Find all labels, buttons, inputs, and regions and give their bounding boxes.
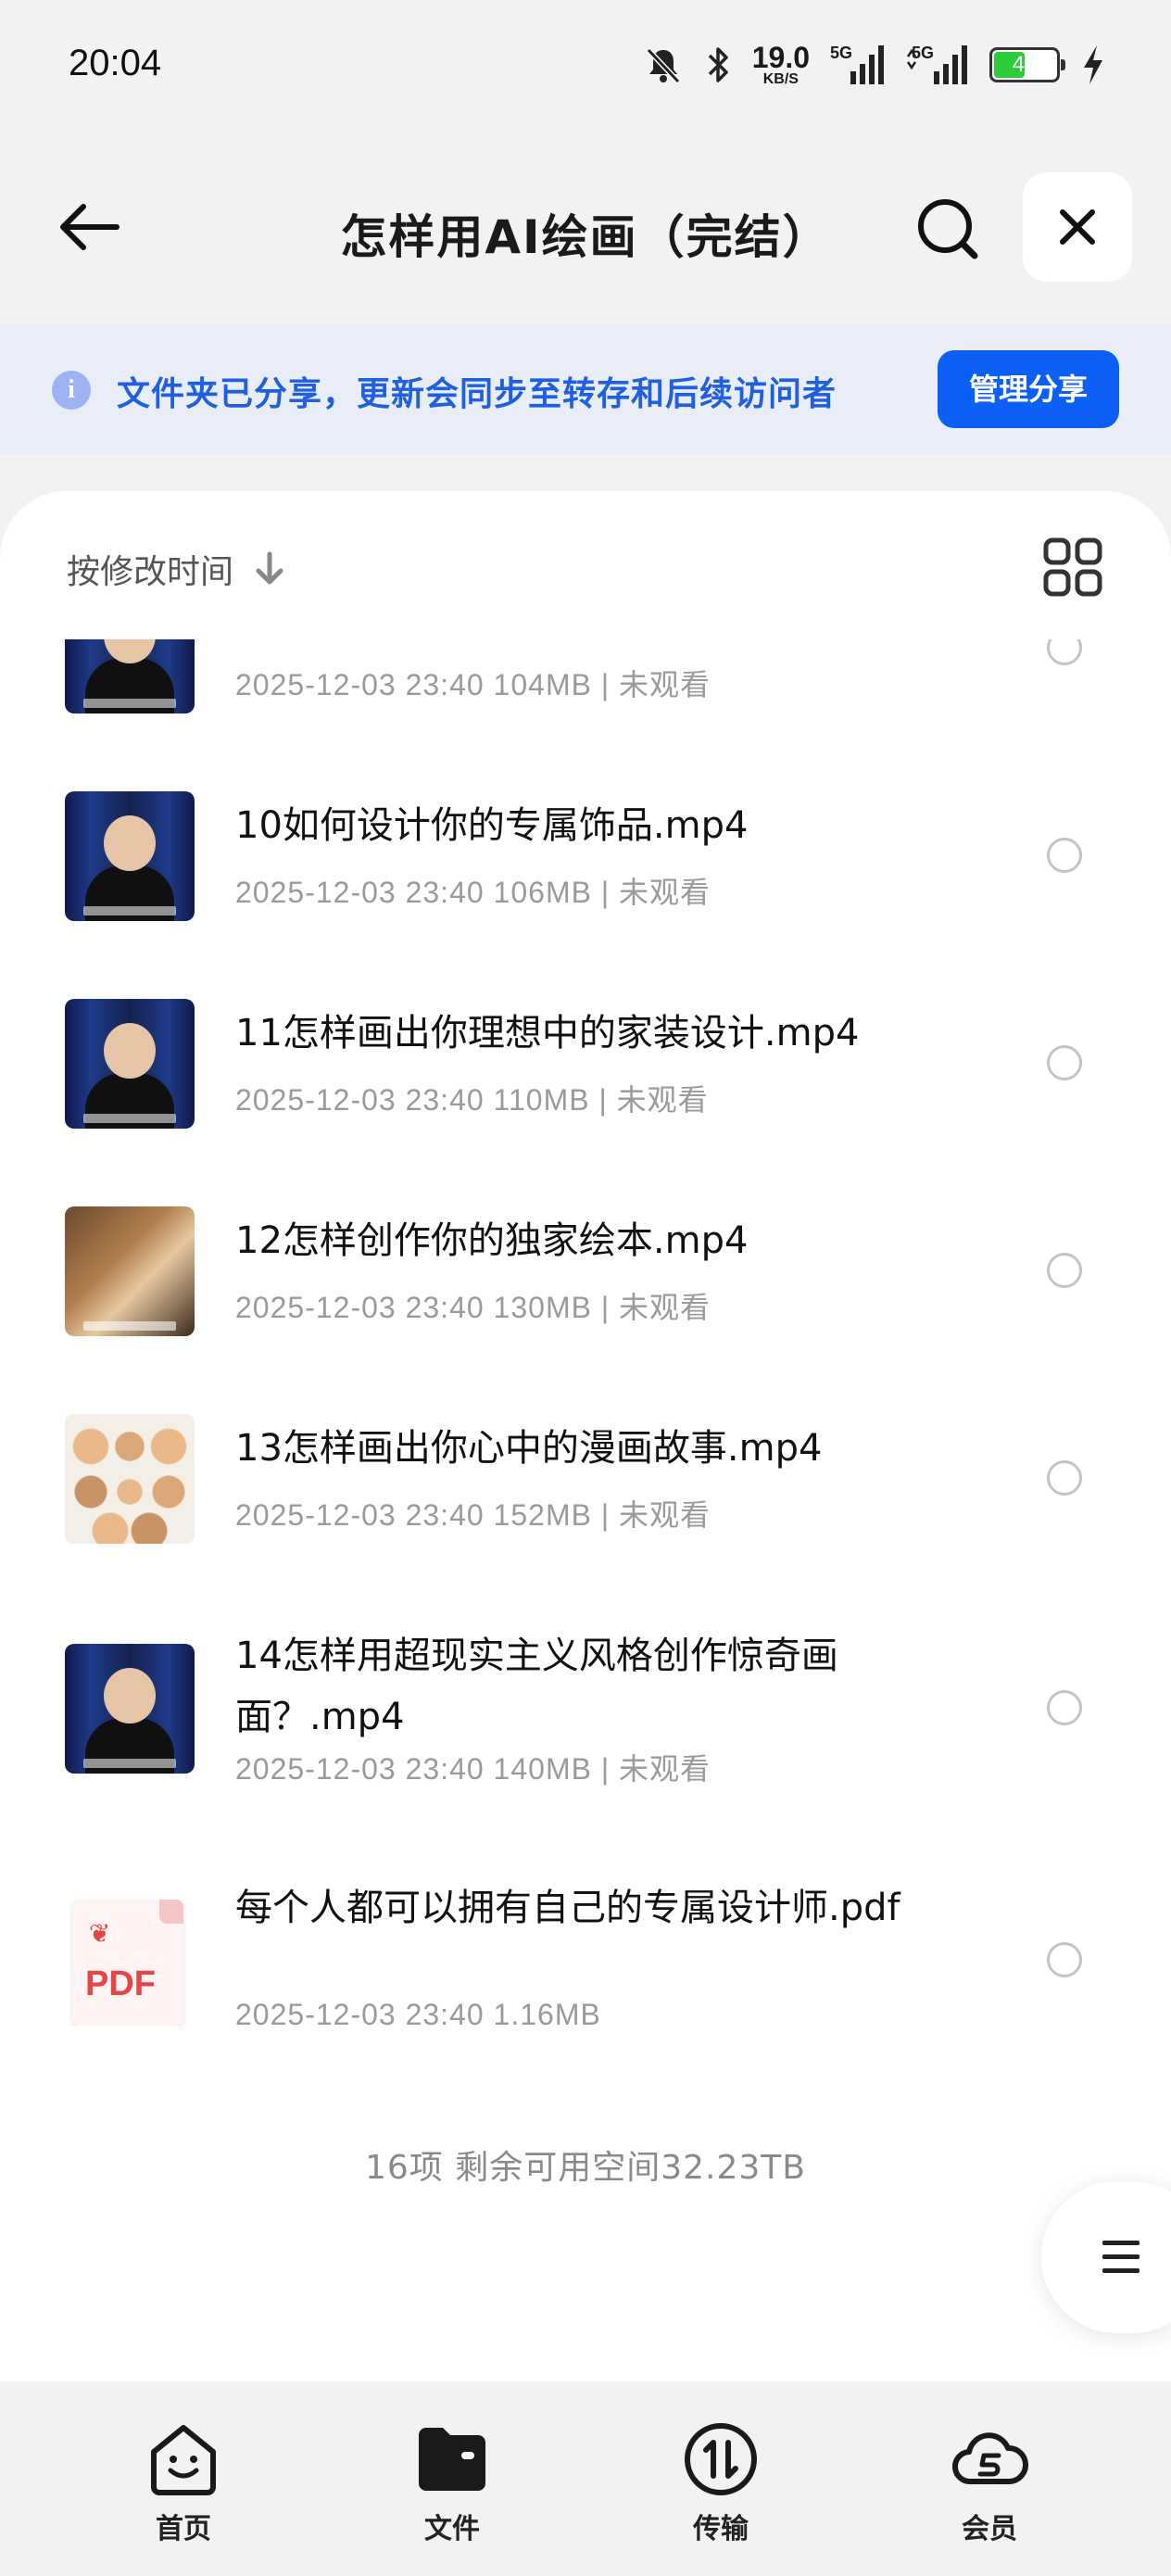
video-thumbnail: [65, 1644, 195, 1774]
nav-transfer[interactable]: 传输: [656, 2420, 786, 2546]
file-meta: 2025-12-03 23:40 110MB | 未观看: [235, 1083, 709, 1117]
vip-cloud-icon: [952, 2432, 1028, 2485]
signal-icon-2: 5G: [906, 44, 969, 86]
pdf-label: PDF: [85, 1964, 156, 2003]
nav-transfer-label: 传输: [693, 2513, 749, 2545]
info-icon: i: [52, 371, 91, 410]
status-bar: 20:04 19.0 KB/S 5G 5G 47: [0, 0, 1171, 139]
pdf-thumbnail: ❦ PDF: [65, 1896, 195, 2026]
select-radio[interactable]: [1047, 1045, 1082, 1080]
menu-icon: [1102, 2241, 1140, 2273]
file-row[interactable]: 2025-12-03 23:40 104MB | 未观看: [0, 639, 1171, 754]
grid-view-icon[interactable]: [1043, 537, 1102, 597]
select-radio[interactable]: [1047, 1942, 1082, 1977]
file-meta: 2025-12-03 23:40 1.16MB: [235, 1998, 601, 2031]
file-row[interactable]: 11怎样画出你理想中的家装设计.mp4 2025-12-03 23:40 110…: [0, 962, 1171, 1169]
file-row[interactable]: 13怎样画出你心中的漫画故事.mp4 2025-12-03 23:40 152M…: [0, 1377, 1171, 1585]
file-row[interactable]: 14怎样用超现实主义风格创作惊奇画面？.mp4 2025-12-03 23:40…: [0, 1585, 1171, 1837]
search-button[interactable]: [908, 189, 988, 269]
nav-files-label: 文件: [424, 2513, 480, 2545]
back-arrow-icon: [60, 204, 120, 250]
video-thumbnail: [65, 999, 195, 1129]
manage-share-button[interactable]: 管理分享: [938, 350, 1119, 428]
file-name: 每个人都可以拥有自己的专属设计师.pdf: [235, 1887, 900, 1929]
file-name: 12怎样创作你的独家绘本.mp4: [235, 1219, 749, 1262]
file-name: 13怎样画出你心中的漫画故事.mp4: [235, 1427, 823, 1470]
status-time: 20:04: [69, 43, 162, 83]
select-radio[interactable]: [1047, 639, 1082, 665]
back-button[interactable]: [46, 195, 130, 259]
share-banner-text: 文件夹已分享，更新会同步至转存和后续访问者: [117, 375, 837, 413]
file-name: 10如何设计你的专属饰品.mp4: [235, 804, 749, 847]
page-title: 怎样用AI绘画（完结）: [340, 210, 831, 264]
share-banner: i 文件夹已分享，更新会同步至转存和后续访问者 管理分享: [0, 324, 1171, 454]
select-radio[interactable]: [1047, 1690, 1082, 1725]
nav-home-label: 首页: [156, 2513, 211, 2545]
charging-icon: [1084, 45, 1102, 84]
select-radio[interactable]: [1047, 1253, 1082, 1288]
file-row[interactable]: ❦ PDF 每个人都可以拥有自己的专属设计师.pdf 2025-12-03 23…: [0, 1837, 1171, 2089]
status-icons: 19.0 KB/S 5G 5G 47: [643, 37, 1106, 93]
mute-icon: [646, 47, 680, 84]
file-name: 11怎样画出你理想中的家装设计.mp4: [235, 1012, 860, 1054]
close-icon: [1060, 209, 1095, 245]
signal-icon: 5G: [830, 44, 886, 86]
storage-summary: 16项 剩余可用空间32.23TB: [364, 2149, 806, 2187]
file-name: 14怎样用超现实主义风格创作惊奇画面？.mp4: [235, 1635, 838, 1738]
acrobat-icon: ❦: [89, 1918, 111, 1949]
file-meta: 2025-12-03 23:40 130MB | 未观看: [235, 1291, 711, 1324]
nav-files[interactable]: 文件: [387, 2420, 517, 2546]
transfer-icon: [685, 2423, 757, 2495]
file-meta: 2025-12-03 23:40 140MB | 未观看: [235, 1752, 711, 1786]
file-meta: 2025-12-03 23:40 104MB | 未观看: [235, 668, 711, 701]
nav-home[interactable]: 首页: [119, 2420, 248, 2546]
net-speed-value: 19.0: [751, 41, 810, 74]
video-thumbnail: [65, 1206, 195, 1336]
file-row[interactable]: 10如何设计你的专属饰品.mp4 2025-12-03 23:40 106MB …: [0, 754, 1171, 962]
close-button[interactable]: [1023, 172, 1132, 282]
file-meta: 2025-12-03 23:40 152MB | 未观看: [235, 1498, 711, 1532]
net-speed-unit: KB/S: [762, 71, 799, 87]
battery-icon: 47: [989, 47, 1065, 82]
bottom-nav: 首页 文件 传输 会员: [0, 2381, 1171, 2576]
file-row[interactable]: 12怎样创作你的独家绘本.mp4 2025-12-03 23:40 130MB …: [0, 1169, 1171, 1377]
nav-vip[interactable]: 会员: [925, 2420, 1054, 2546]
title-bar: 怎样用AI绘画（完结）: [0, 167, 1171, 287]
file-list: 2025-12-03 23:40 104MB | 未观看 10如何设计你的专属饰…: [0, 639, 1171, 2381]
sort-button[interactable]: 按修改时间: [67, 545, 285, 593]
folder-icon: [419, 2428, 485, 2491]
home-icon: [151, 2425, 216, 2495]
file-meta: 2025-12-03 23:40 106MB | 未观看: [235, 876, 711, 909]
file-panel: 按修改时间 2025-12-03 23:40 104MB | 未观看 10如何设…: [0, 491, 1171, 2381]
select-radio[interactable]: [1047, 1460, 1082, 1496]
sort-label: 按修改时间: [67, 553, 234, 591]
video-thumbnail: [65, 791, 195, 921]
bluetooth-icon: [708, 47, 728, 82]
nav-vip-label: 会员: [962, 2513, 1017, 2545]
search-icon: [918, 199, 978, 259]
video-thumbnail: [65, 639, 195, 713]
select-radio[interactable]: [1047, 838, 1082, 873]
battery-level: 47: [1012, 52, 1038, 77]
network-speed: 19.0 KB/S: [752, 43, 810, 87]
video-thumbnail: [65, 1414, 195, 1544]
arrow-down-icon: [256, 551, 283, 585]
